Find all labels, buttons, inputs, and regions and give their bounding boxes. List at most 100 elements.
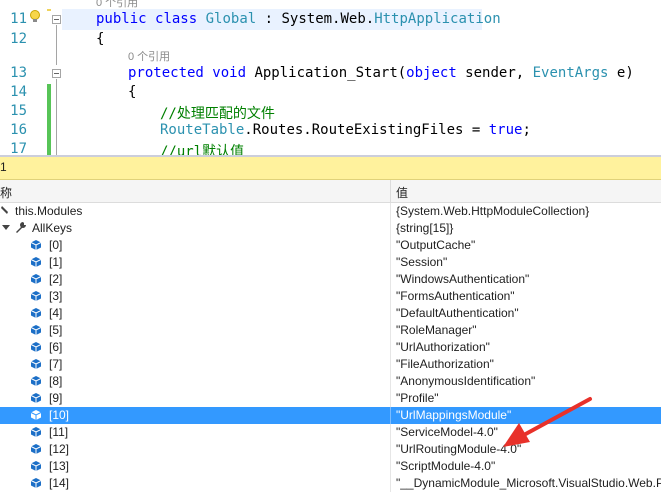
watch-index: [7] xyxy=(49,357,63,371)
watch-row-item[interactable]: [4] "DefaultAuthentication" xyxy=(0,305,661,322)
watch-index: [4] xyxy=(49,306,63,320)
keyword: protected xyxy=(128,65,204,81)
code-text: ; xyxy=(522,122,531,138)
watch-index: [9] xyxy=(49,391,63,405)
column-divider xyxy=(390,373,391,390)
field-cube-icon xyxy=(30,478,42,488)
code-text: Application_Start( xyxy=(254,65,407,81)
code-text: System.Web. xyxy=(281,11,375,27)
watch-value: "FileAuthorization" xyxy=(396,357,494,371)
watch-row-item[interactable]: [13] "ScriptModule-4.0" xyxy=(0,458,661,475)
code-line-11: public class Global : System.Web.HttpApp… xyxy=(96,11,501,27)
watch-row-item[interactable]: [8] "AnonymousIdentification" xyxy=(0,373,661,390)
watch-row-item-selected[interactable]: [10] "UrlMappingsModule" xyxy=(0,407,661,424)
code-editor[interactable]: 11 12 13 14 15 16 17 0 个引用 0 个引用 public … xyxy=(0,0,661,155)
watch-row-modules[interactable]: this.Modules {System.Web.HttpModuleColle… xyxy=(0,203,661,220)
column-header-value[interactable]: 值 xyxy=(396,184,408,201)
column-divider xyxy=(390,390,391,407)
line-number: 14 xyxy=(10,84,27,100)
line-number: 15 xyxy=(10,103,27,119)
watch-index: [5] xyxy=(49,323,63,337)
column-header-name[interactable]: 称 xyxy=(0,184,12,201)
code-text: { xyxy=(96,31,105,47)
watch-index: [0] xyxy=(49,238,63,252)
keyword: void xyxy=(212,65,247,81)
watch-row-item[interactable]: [6] "UrlAuthorization" xyxy=(0,339,661,356)
watch-index: [2] xyxy=(49,272,63,286)
code-line-16: RouteTable.Routes.RouteExistingFiles = t… xyxy=(160,122,531,138)
column-divider xyxy=(390,220,391,237)
line-number: 16 xyxy=(10,122,27,138)
watch-index: [8] xyxy=(49,374,63,388)
watch-value: "UrlMappingsModule" xyxy=(396,408,512,422)
watch-window-title-bar[interactable]: 1 xyxy=(0,157,661,180)
field-cube-icon xyxy=(30,308,42,318)
watch-rows: this.Modules {System.Web.HttpModuleColle… xyxy=(0,203,661,499)
code-line-15: //处理匹配的文件 xyxy=(160,103,275,123)
watch-row-item[interactable]: [1] "Session" xyxy=(0,254,661,271)
column-divider xyxy=(390,305,391,322)
column-divider xyxy=(390,441,391,458)
type-name: RouteTable xyxy=(160,122,245,138)
line-number: 13 xyxy=(10,65,27,81)
change-marker xyxy=(47,9,51,11)
collapse-icon[interactable] xyxy=(52,15,61,24)
column-divider xyxy=(390,288,391,305)
reference-count[interactable]: 0 个引用 xyxy=(128,48,170,64)
field-cube-icon xyxy=(30,342,42,352)
code-line-13: protected void Application_Start(object … xyxy=(128,65,634,81)
watch-value: "DefaultAuthentication" xyxy=(396,306,519,320)
watch-row-item[interactable]: [0] "OutputCache" xyxy=(0,237,661,254)
watch-index: [13] xyxy=(49,459,70,473)
column-divider[interactable] xyxy=(390,180,391,202)
field-cube-icon xyxy=(30,274,42,284)
type-name: HttpApplication xyxy=(374,11,501,27)
watch-value: "OutputCache" xyxy=(396,238,476,252)
field-cube-icon xyxy=(30,257,42,267)
expander-arrow-icon[interactable] xyxy=(2,225,10,230)
field-cube-icon xyxy=(30,393,42,403)
keyword: class xyxy=(155,11,198,27)
watch-row-item[interactable]: [3] "FormsAuthentication" xyxy=(0,288,661,305)
column-divider xyxy=(390,458,391,475)
watch-value: "UrlAuthorization" xyxy=(396,340,490,354)
column-divider xyxy=(390,271,391,288)
watch-column-header: 称 值 xyxy=(0,180,661,203)
reference-count[interactable]: 0 个引用 xyxy=(96,0,138,10)
column-divider xyxy=(390,356,391,373)
watch-value: "ServiceModel-4.0" xyxy=(396,425,498,439)
field-cube-icon xyxy=(30,444,42,454)
keyword: object xyxy=(406,65,457,81)
watch-row-allkeys[interactable]: AllKeys {string[15]} xyxy=(0,220,661,237)
field-cube-icon xyxy=(30,410,42,420)
watch-value: "UrlRoutingModule-4.0" xyxy=(396,442,522,456)
field-cube-icon xyxy=(30,325,42,335)
column-divider xyxy=(390,237,391,254)
collapse-icon[interactable] xyxy=(52,69,61,78)
watch-row-item[interactable]: [2] "WindowsAuthentication" xyxy=(0,271,661,288)
watch-row-item[interactable]: [12] "UrlRoutingModule-4.0" xyxy=(0,441,661,458)
watch-value: {System.Web.HttpModuleCollection} xyxy=(396,204,590,218)
watch-value: "__DynamicModule_Microsoft.VisualStudio.… xyxy=(396,476,661,490)
watch-index: [10] xyxy=(49,408,70,422)
watch-index: [14] xyxy=(49,476,70,490)
watch-row-item[interactable]: [5] "RoleManager" xyxy=(0,322,661,339)
watch-row-item[interactable]: [11] "ServiceModel-4.0" xyxy=(0,424,661,441)
column-divider xyxy=(390,424,391,441)
fold-guide xyxy=(56,25,57,65)
code-text: sender, xyxy=(456,65,533,81)
code-text: { xyxy=(128,84,137,100)
code-text: e) xyxy=(608,65,634,81)
watch-row-item[interactable]: [9] "Profile" xyxy=(0,390,661,407)
line-number: 11 xyxy=(10,11,27,27)
lightbulb-icon[interactable] xyxy=(29,9,41,25)
code-text: : xyxy=(256,11,282,27)
watch-window-title: 1 xyxy=(0,160,7,174)
watch-value: "AnonymousIdentification" xyxy=(396,374,536,388)
watch-row-item[interactable]: [14] "__DynamicModule_Microsoft.VisualSt… xyxy=(0,475,661,492)
field-cube-icon xyxy=(30,291,42,301)
watch-row-item[interactable]: [7] "FileAuthorization" xyxy=(0,356,661,373)
fold-guide xyxy=(56,79,57,155)
field-cube-icon xyxy=(30,427,42,437)
column-divider xyxy=(390,254,391,271)
